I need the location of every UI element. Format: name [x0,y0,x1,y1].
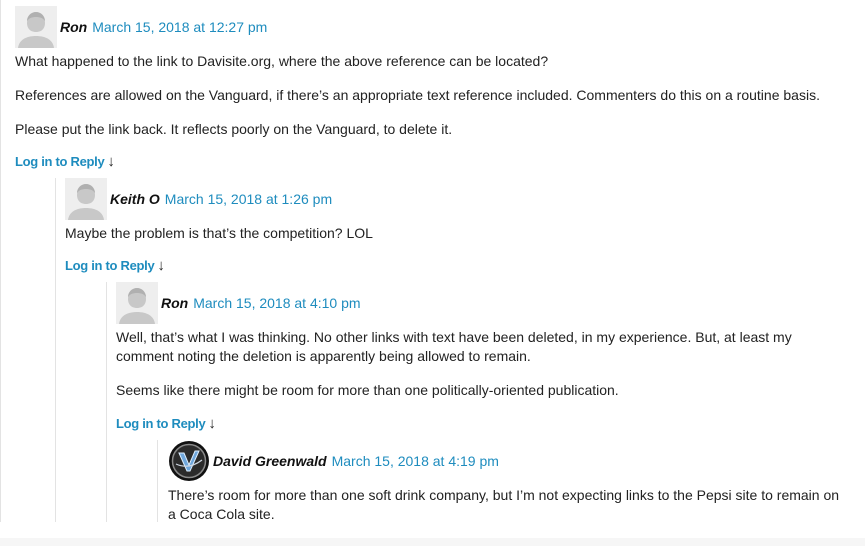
avatar [15,6,57,48]
comment-paragraph: What happened to the link to Davisite.or… [15,53,549,69]
comment-paragraph: Well, that’s what I was thinking. No oth… [116,329,792,345]
comment-header: Ron March 15, 2018 at 12:27 pm [15,6,267,48]
vanguard-logo-icon [168,440,210,482]
log-in-to-reply-link[interactable]: Log in to Reply ↓ [15,153,115,170]
comment-date-link[interactable]: March 15, 2018 at 4:19 pm [332,453,499,469]
arrow-down-icon: ↓ [208,415,216,432]
comment-date-link[interactable]: March 15, 2018 at 12:27 pm [92,19,267,35]
comment-paragraph: Seems like there might be room for more … [116,382,619,398]
page-bottom-edge [0,538,865,546]
log-in-to-reply-link[interactable]: Log in to Reply ↓ [65,257,165,274]
comment-author: Ron [60,19,88,35]
avatar [65,178,107,220]
arrow-down-icon: ↓ [107,153,115,170]
comment-paragraph: References are allowed on the Vanguard, … [15,87,820,103]
comment-david-greenwald: David Greenwald March 15, 2018 at 4:19 p… [157,440,865,522]
comment-paragraph: a Coca Cola site. [168,506,275,522]
log-in-to-reply-link[interactable]: Log in to Reply ↓ [116,415,216,432]
arrow-down-icon: ↓ [157,257,165,274]
reply-label: Log in to Reply [15,154,105,169]
avatar [116,282,158,324]
comment-header: David Greenwald March 15, 2018 at 4:19 p… [168,440,499,482]
comment-header: Ron March 15, 2018 at 4:10 pm [116,282,361,324]
comment-author: Keith O [110,191,160,207]
comment-author: Ron [161,295,189,311]
comment-header: Keith O March 15, 2018 at 1:26 pm [65,178,332,220]
reply-label: Log in to Reply [116,416,206,431]
comment-date-link[interactable]: March 15, 2018 at 1:26 pm [165,191,332,207]
comment-paragraph: There’s room for more than one soft drin… [168,487,840,503]
comment-author: David Greenwald [213,453,327,469]
comment-paragraph: Maybe the problem is that’s the competit… [65,225,373,241]
comment-paragraph: Please put the link back. It reflects po… [15,121,453,137]
comment-paragraph: comment noting the deletion is apparentl… [116,348,531,364]
reply-label: Log in to Reply [65,258,155,273]
comment-date-link[interactable]: March 15, 2018 at 4:10 pm [193,295,360,311]
